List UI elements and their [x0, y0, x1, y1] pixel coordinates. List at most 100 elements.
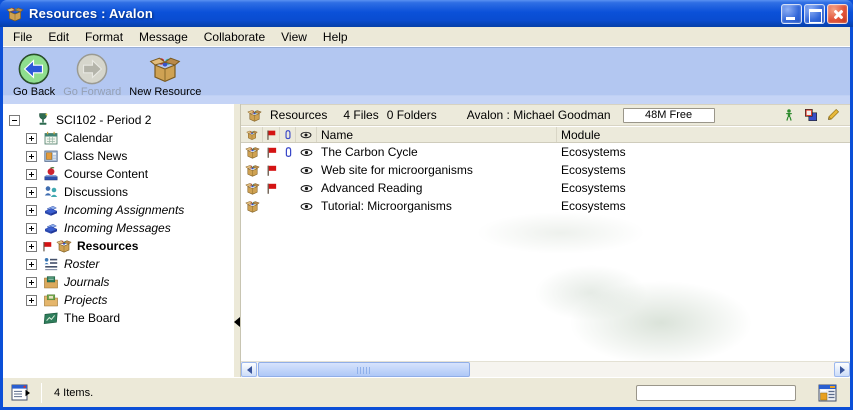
layers-icon[interactable]	[804, 108, 818, 122]
incoming-book-icon	[43, 220, 59, 236]
maximize-button[interactable]	[804, 4, 825, 24]
person-icon[interactable]	[782, 108, 796, 122]
resource-box-icon	[6, 5, 24, 23]
resource-box-icon	[245, 181, 260, 196]
tree-item-course-content[interactable]: Course Content	[3, 165, 233, 183]
column-attachment[interactable]	[280, 127, 296, 142]
column-type[interactable]	[241, 127, 263, 142]
go-forward-icon	[76, 53, 108, 85]
folders-count: 0 Folders	[387, 108, 437, 122]
owner-label: Avalon : Michael Goodman	[467, 108, 611, 122]
file-name[interactable]: Advanced Reading	[317, 181, 557, 195]
menu-format[interactable]: Format	[77, 28, 131, 46]
class-goblet-icon	[35, 112, 51, 128]
column-module[interactable]: Module	[557, 127, 850, 142]
go-back-icon	[18, 53, 50, 85]
go-back-button[interactable]: Go Back	[9, 52, 59, 99]
menu-collaborate[interactable]: Collaborate	[196, 28, 273, 46]
progress-area	[636, 385, 796, 401]
calendar-icon	[43, 130, 59, 146]
left-arrow-icon	[247, 366, 252, 374]
expand-expander[interactable]	[26, 205, 37, 216]
menu-message[interactable]: Message	[131, 28, 196, 46]
scroll-right-button[interactable]	[834, 362, 850, 377]
menu-help[interactable]: Help	[315, 28, 356, 46]
minimize-button[interactable]	[781, 4, 802, 24]
new-resource-button[interactable]: New Resource	[125, 52, 205, 99]
horizontal-scrollbar[interactable]	[241, 361, 850, 377]
table-row[interactable]: Web site for microorganisms Ecosystems	[241, 161, 850, 179]
expand-expander[interactable]	[26, 187, 37, 198]
file-module: Ecosystems	[557, 199, 850, 213]
file-module: Ecosystems	[557, 145, 850, 159]
course-tree: SCI102 - Period 2 Calendar Class News Co…	[3, 104, 233, 377]
resource-box-icon	[247, 108, 262, 123]
expand-expander[interactable]	[26, 295, 37, 306]
panel-splitter[interactable]	[233, 104, 241, 377]
expand-expander[interactable]	[26, 259, 37, 270]
tree-item-incoming-messages[interactable]: Incoming Messages	[3, 219, 233, 237]
file-module: Ecosystems	[557, 163, 850, 177]
eye-icon	[300, 164, 313, 177]
eye-icon	[300, 182, 313, 195]
table-row[interactable]: The Carbon Cycle Ecosystems	[241, 143, 850, 161]
title-bar[interactable]: Resources : Avalon	[0, 0, 853, 27]
expand-expander[interactable]	[26, 223, 37, 234]
file-name[interactable]: Web site for microorganisms	[317, 163, 557, 177]
class-news-icon	[43, 148, 59, 164]
menu-bar: File Edit Format Message Collaborate Vie…	[3, 27, 850, 47]
column-flag[interactable]	[263, 127, 280, 142]
scrollbar-thumb[interactable]	[258, 362, 470, 377]
journals-folder-icon	[43, 274, 59, 290]
tree-item-calendar[interactable]: Calendar	[3, 129, 233, 147]
table-row[interactable]: Advanced Reading Ecosystems	[241, 179, 850, 197]
tree-item-class-news[interactable]: Class News	[3, 147, 233, 165]
app-window: Resources : Avalon File Edit Format Mess…	[0, 0, 853, 410]
table-row[interactable]: Tutorial: Microorganisms Ecosystems	[241, 197, 850, 215]
expand-expander[interactable]	[26, 277, 37, 288]
toolbar: Go Back Go Forward New Resource	[3, 47, 850, 104]
column-name[interactable]: Name	[317, 127, 557, 142]
tree-item-resources[interactable]: Resources	[3, 237, 233, 255]
collapse-panel-arrow-icon[interactable]	[234, 317, 240, 327]
tree-item-incoming-assignments[interactable]: Incoming Assignments	[3, 201, 233, 219]
menu-edit[interactable]: Edit	[40, 28, 77, 46]
tree-item-discussions[interactable]: Discussions	[3, 183, 233, 201]
tree-item-journals[interactable]: Journals	[3, 273, 233, 291]
right-arrow-icon	[840, 366, 845, 374]
paperclip-icon	[282, 129, 294, 141]
board-icon	[43, 310, 59, 326]
resource-box-icon	[56, 238, 72, 254]
resource-box-icon	[245, 199, 260, 214]
window-title: Resources : Avalon	[29, 6, 779, 21]
menu-view[interactable]: View	[273, 28, 315, 46]
main-content: SCI102 - Period 2 Calendar Class News Co…	[3, 104, 850, 377]
expand-expander[interactable]	[26, 241, 37, 252]
menu-file[interactable]: File	[5, 28, 40, 46]
status-separator	[41, 383, 42, 403]
expand-expander[interactable]	[26, 169, 37, 180]
roster-icon	[43, 256, 59, 272]
pencil-icon[interactable]	[826, 108, 840, 122]
file-name[interactable]: Tutorial: Microorganisms	[317, 199, 557, 213]
details-view-icon[interactable]	[818, 383, 838, 403]
column-visibility[interactable]	[296, 127, 317, 142]
file-name[interactable]: The Carbon Cycle	[317, 145, 557, 159]
tree-item-the-board[interactable]: The Board	[3, 309, 233, 327]
tree-item-roster[interactable]: Roster	[3, 255, 233, 273]
close-button[interactable]	[827, 4, 848, 24]
flag-icon	[41, 240, 53, 253]
tree-root-sci102[interactable]: SCI102 - Period 2	[3, 111, 233, 129]
discussions-icon	[43, 184, 59, 200]
tree-item-projects[interactable]: Projects	[3, 291, 233, 309]
column-header-row: Name Module	[241, 126, 850, 143]
expand-expander[interactable]	[26, 151, 37, 162]
collapse-expander[interactable]	[9, 115, 20, 126]
eye-icon	[300, 200, 313, 213]
new-resource-icon	[149, 53, 181, 85]
list-view-icon[interactable]	[11, 384, 31, 402]
scroll-left-button[interactable]	[241, 362, 257, 377]
paperclip-icon	[282, 146, 295, 159]
expand-expander[interactable]	[26, 133, 37, 144]
panel-title: Resources	[270, 108, 327, 122]
